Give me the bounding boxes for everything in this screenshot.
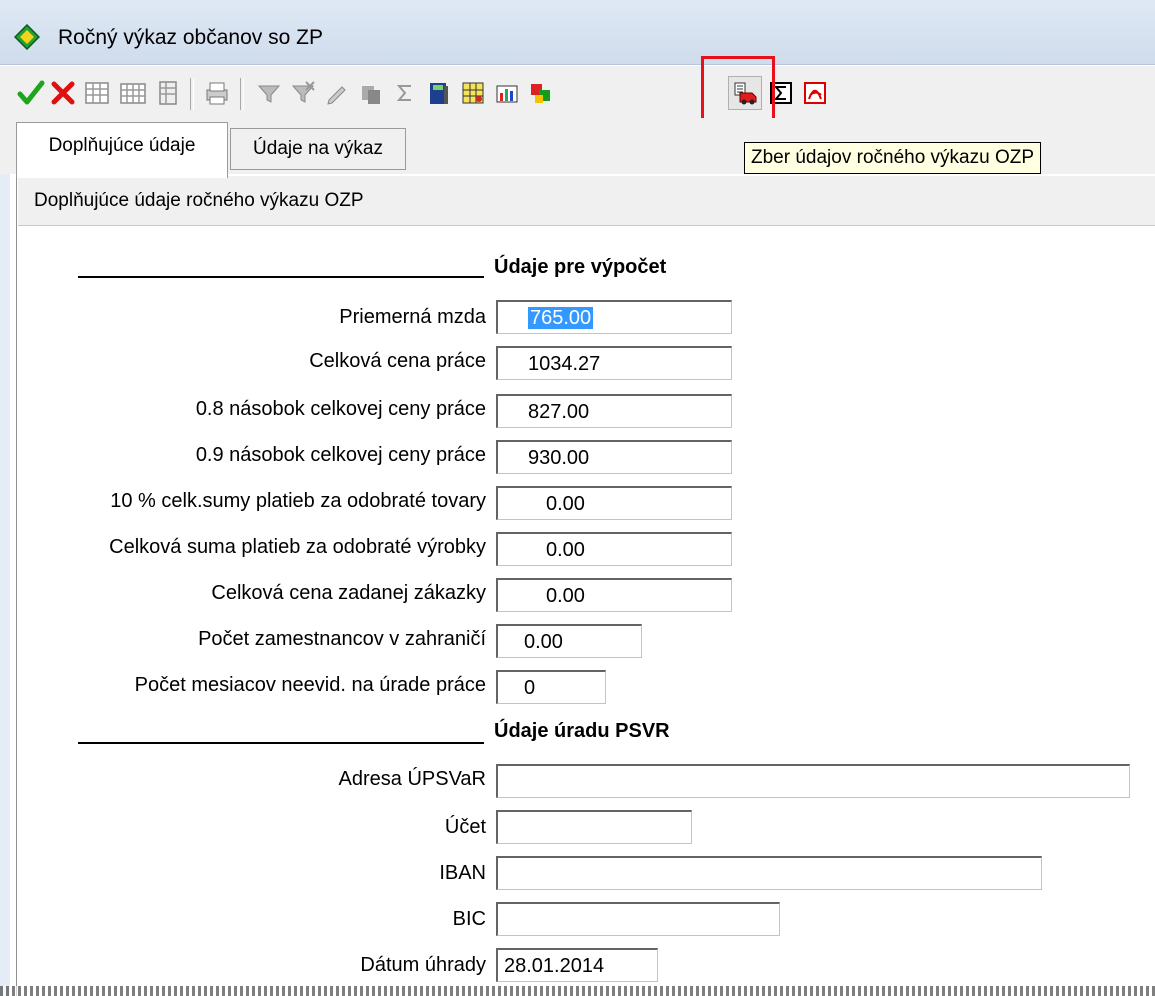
blocks-icon[interactable] bbox=[524, 76, 558, 110]
toolbar-separator bbox=[240, 78, 244, 110]
section-title-vypocet: Údaje pre výpočet bbox=[494, 256, 667, 278]
field-09-nasobok[interactable]: 930.00 bbox=[496, 440, 732, 474]
table-delete-icon[interactable] bbox=[150, 76, 184, 110]
label-datum-uhrady: Dátum úhrady bbox=[360, 954, 486, 976]
table-edit-icon[interactable] bbox=[116, 76, 150, 110]
field-ucet[interactable] bbox=[496, 810, 692, 844]
toolbar-separator bbox=[190, 78, 194, 110]
label-celkova-cena-prace: Celková cena práce bbox=[309, 350, 486, 372]
check-icon[interactable] bbox=[14, 76, 48, 110]
tooltip: Zber údajov ročného výkazu OZP bbox=[744, 142, 1042, 174]
tab-doplnujuce-udaje[interactable]: Doplňujúce údaje bbox=[16, 122, 228, 178]
sum-icon[interactable] bbox=[388, 76, 422, 110]
label-iban: IBAN bbox=[439, 862, 486, 884]
field-celkova-cena-prace[interactable]: 1034.27 bbox=[496, 346, 732, 380]
tab-udaje-na-vykaz[interactable]: Údaje na výkaz bbox=[230, 128, 406, 170]
calculator-icon[interactable] bbox=[456, 76, 490, 110]
highlight-box bbox=[701, 56, 775, 124]
panel-header: Doplňujúce údaje ročného výkazu OZP bbox=[18, 176, 1155, 226]
label-adresa-upsvar: Adresa ÚPSVaR bbox=[338, 768, 486, 790]
label-ucet: Účet bbox=[444, 816, 486, 838]
section-divider bbox=[78, 276, 484, 278]
left-border-strip bbox=[0, 120, 10, 996]
window-title: Ročný výkaz občanov so ZP bbox=[58, 26, 323, 49]
cropped-text-strip bbox=[0, 986, 1155, 996]
field-08-nasobok[interactable]: 827.00 bbox=[496, 394, 732, 428]
cross-icon[interactable] bbox=[46, 76, 80, 110]
label-pocet-zamestnancov: Počet zamestnancov v zahraničí bbox=[198, 628, 486, 650]
field-adresa-upsvar[interactable] bbox=[496, 764, 1130, 798]
title-bar: Ročný výkaz občanov so ZP bbox=[0, 0, 1155, 65]
label-09-nasobok: 0.9 násobok celkovej ceny práce bbox=[195, 444, 486, 466]
field-10-percent[interactable]: 0.00 bbox=[496, 486, 732, 520]
section-title-psvr: Údaje úradu PSVR bbox=[494, 720, 670, 742]
toolbar bbox=[0, 66, 1155, 123]
field-bic[interactable] bbox=[496, 902, 780, 936]
label-celkova-suma-platieb: Celková suma platieb za odobraté výrobky bbox=[109, 536, 486, 558]
book-icon[interactable] bbox=[422, 76, 456, 110]
pen-icon[interactable] bbox=[320, 76, 354, 110]
label-pocet-mesiacov: Počet mesiacov neevid. na úrade práce bbox=[134, 674, 486, 696]
label-celkova-cena-zakazky: Celková cena zadanej zákazky bbox=[211, 582, 486, 604]
label-10-percent: 10 % celk.sumy platieb za odobraté tovar… bbox=[110, 490, 486, 512]
copy-icon[interactable] bbox=[354, 76, 388, 110]
table-icon[interactable] bbox=[80, 76, 114, 110]
field-celkova-suma-platieb[interactable]: 0.00 bbox=[496, 532, 732, 566]
filter-clear-icon[interactable] bbox=[286, 76, 320, 110]
label-08-nasobok: 0.8 násobok celkovej ceny práce bbox=[195, 398, 486, 420]
field-datum-uhrady[interactable]: 28.01.2014 bbox=[496, 948, 658, 982]
field-value: 765.00 bbox=[528, 307, 594, 329]
pdf-icon[interactable] bbox=[798, 76, 832, 110]
app-diamond-icon bbox=[14, 24, 40, 50]
field-celkova-cena-zakazky[interactable]: 0.00 bbox=[496, 578, 732, 612]
label-priemerna-mzda: Priemerná mzda bbox=[339, 306, 486, 328]
field-pocet-zamestnancov[interactable]: 0.00 bbox=[496, 624, 642, 658]
printer-icon[interactable] bbox=[200, 76, 234, 110]
label-bic: BIC bbox=[452, 908, 486, 930]
field-iban[interactable] bbox=[496, 856, 1042, 890]
field-priemerna-mzda[interactable]: 765.00 bbox=[496, 300, 732, 334]
field-pocet-mesiacov[interactable]: 0 bbox=[496, 670, 606, 704]
filter-icon[interactable] bbox=[252, 76, 286, 110]
section-divider bbox=[78, 742, 484, 744]
chart-icon[interactable] bbox=[490, 76, 524, 110]
